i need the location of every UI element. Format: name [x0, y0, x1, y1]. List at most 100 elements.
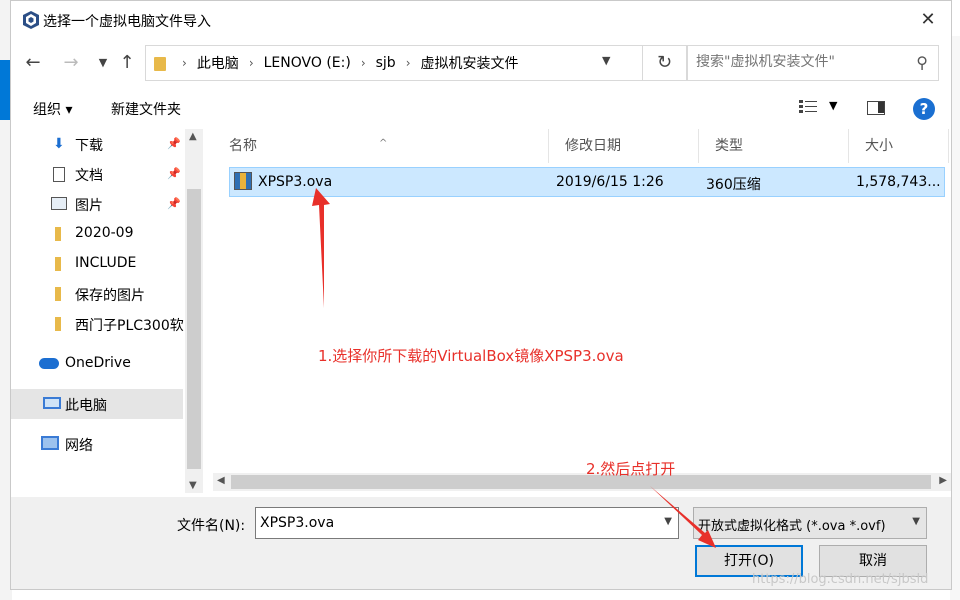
- nav-item-label: 文档: [75, 168, 103, 184]
- column-header-label: 大小: [865, 138, 893, 154]
- cloud-icon: [39, 358, 59, 369]
- network-icon: [41, 436, 59, 450]
- folder-icon: [55, 257, 61, 271]
- chevron-down-icon[interactable]: ▼: [829, 99, 837, 112]
- search-icon: ⚲: [916, 53, 928, 72]
- column-header-type[interactable]: 类型: [699, 129, 849, 163]
- pin-icon[interactable]: 📌: [167, 197, 181, 210]
- view-options-icon[interactable]: [799, 99, 817, 115]
- nav-item-pictures[interactable]: 图片 📌: [11, 189, 183, 219]
- nav-item-label: 西门子PLC300软: [75, 318, 184, 334]
- file-list: 名称 ^ 修改日期 类型 大小 XPSP3.ova 2019/6/15 1:26…: [213, 129, 951, 493]
- chevron-right-icon: ›: [248, 56, 254, 70]
- title-bar: 选择一个虚拟电脑文件导入 ✕: [11, 1, 951, 39]
- nav-item-label: 图片: [75, 198, 103, 214]
- nav-item-label: OneDrive: [65, 355, 131, 371]
- folder-icon: [55, 287, 61, 301]
- nav-item-this-pc[interactable]: 此电脑: [11, 389, 183, 419]
- scroll-thumb[interactable]: [231, 475, 931, 489]
- breadcrumb-folder[interactable]: 虚拟机安装文件: [421, 53, 519, 73]
- pin-icon[interactable]: 📌: [167, 167, 181, 180]
- archive-file-icon: [234, 172, 252, 190]
- pin-icon[interactable]: 📌: [167, 137, 181, 150]
- folder-icon: [55, 317, 61, 331]
- breadcrumb-drive[interactable]: LENOVO (E:): [264, 55, 351, 71]
- chevron-down-icon[interactable]: ▼: [602, 54, 610, 67]
- watermark: https://blog.csdn.net/sjbsld: [752, 572, 929, 587]
- picture-icon: [51, 197, 67, 210]
- scroll-down-icon[interactable]: ▼: [189, 480, 197, 491]
- path-box[interactable]: › 此电脑 › LENOVO (E:) › sjb › 虚拟机安装文件 ▼ ↻: [145, 45, 687, 81]
- chevron-right-icon: ›: [360, 56, 366, 70]
- annotation-step1: 1.选择你所下载的VirtualBox镜像XPSP3.ova: [318, 347, 624, 365]
- scroll-right-icon[interactable]: ▶: [939, 475, 947, 486]
- scroll-up-icon[interactable]: ▲: [189, 131, 197, 142]
- annotation-step2: 2.然后点打开: [586, 460, 676, 478]
- download-arrow-icon: ⬇: [53, 136, 65, 152]
- chevron-down-icon[interactable]: ▼: [912, 516, 920, 527]
- folder-icon: [55, 227, 61, 241]
- refresh-icon[interactable]: ↻: [642, 46, 686, 80]
- background-accent: [0, 60, 10, 120]
- address-bar: ← → ▼ ↑ › 此电脑 › LENOVO (E:) › sjb › 虚拟机安…: [11, 41, 951, 85]
- file-name: XPSP3.ova: [258, 174, 333, 190]
- file-type-value: 开放式虚拟化格式 (*.ova *.ovf): [698, 519, 886, 534]
- sort-ascending-icon: ^: [379, 138, 388, 149]
- help-icon[interactable]: ?: [913, 98, 935, 120]
- document-icon: [53, 167, 65, 182]
- close-button[interactable]: ✕: [905, 1, 951, 39]
- chevron-right-icon: ›: [182, 56, 187, 70]
- filename-value: XPSP3.ova: [260, 515, 335, 531]
- filename-field[interactable]: XPSP3.ova ▼: [255, 507, 679, 539]
- file-size: 1,578,743...: [856, 174, 941, 190]
- nav-item-label: 此电脑: [65, 398, 107, 414]
- file-modified: 2019/6/15 1:26: [556, 174, 664, 190]
- navigation-pane: ⬇ 下载 📌 文档 📌 图片 📌 2020-09 INCLUDE 保存的图片 西…: [11, 129, 203, 493]
- back-arrow-icon[interactable]: ←: [21, 51, 45, 75]
- breadcrumb-sjb[interactable]: sjb: [376, 55, 396, 71]
- nav-item-label: 2020-09: [75, 225, 134, 241]
- virtualbox-icon: [23, 11, 39, 29]
- breadcrumb-this-pc[interactable]: 此电脑: [197, 53, 239, 73]
- folder-icon: [154, 57, 166, 71]
- organize-button[interactable]: 组织 ▾: [33, 99, 72, 119]
- column-header-modified[interactable]: 修改日期: [549, 129, 699, 163]
- nav-item-saved-pictures[interactable]: 保存的图片: [11, 279, 183, 309]
- search-box[interactable]: ⚲: [687, 45, 939, 81]
- column-header-name[interactable]: 名称 ^: [213, 129, 549, 163]
- scroll-thumb[interactable]: [187, 189, 201, 469]
- nav-item-label: INCLUDE: [75, 255, 137, 271]
- table-row[interactable]: XPSP3.ova 2019/6/15 1:26 360压缩 1,578,743…: [229, 167, 945, 197]
- nav-item-onedrive[interactable]: OneDrive: [11, 349, 183, 379]
- column-header-size[interactable]: 大小: [849, 129, 949, 163]
- nav-item-label: 下载: [75, 138, 103, 154]
- search-input[interactable]: [696, 54, 896, 70]
- preview-pane-icon[interactable]: [867, 101, 885, 115]
- forward-arrow-icon[interactable]: →: [59, 51, 83, 75]
- chevron-right-icon: ›: [405, 56, 411, 70]
- up-arrow-icon[interactable]: ↑: [115, 51, 139, 75]
- nav-item-2020-09[interactable]: 2020-09: [11, 219, 183, 249]
- column-header-label: 修改日期: [565, 138, 621, 154]
- nav-item-siemens[interactable]: 西门子PLC300软: [11, 309, 184, 339]
- file-open-dialog: 选择一个虚拟电脑文件导入 ✕ ← → ▼ ↑ › 此电脑 › LENOVO (E…: [10, 0, 952, 590]
- nav-item-downloads[interactable]: ⬇ 下载 📌: [11, 129, 183, 159]
- new-folder-button[interactable]: 新建文件夹: [111, 99, 181, 119]
- window-title: 选择一个虚拟电脑文件导入: [43, 14, 211, 30]
- filename-label: 文件名(N):: [177, 518, 246, 534]
- nav-item-documents[interactable]: 文档 📌: [11, 159, 183, 189]
- nav-item-label: 保存的图片: [75, 288, 145, 304]
- recent-locations-chevron-icon[interactable]: ▼: [91, 51, 115, 75]
- horizontal-scrollbar[interactable]: ◀ ▶: [213, 473, 951, 491]
- nav-item-include[interactable]: INCLUDE: [11, 249, 183, 279]
- scroll-left-icon[interactable]: ◀: [217, 475, 225, 486]
- column-header-label: 类型: [715, 138, 743, 154]
- chevron-down-icon[interactable]: ▼: [664, 516, 672, 527]
- file-type: 360压缩: [706, 177, 761, 193]
- computer-icon: [43, 397, 61, 409]
- file-type-select[interactable]: 开放式虚拟化格式 (*.ova *.ovf) ▼: [693, 507, 927, 539]
- nav-scrollbar[interactable]: ▲ ▼: [185, 129, 203, 493]
- nav-item-network[interactable]: 网络: [11, 429, 183, 459]
- breadcrumb: › 此电脑 › LENOVO (E:) › sjb › 虚拟机安装文件: [172, 54, 519, 72]
- nav-item-label: 网络: [65, 438, 93, 454]
